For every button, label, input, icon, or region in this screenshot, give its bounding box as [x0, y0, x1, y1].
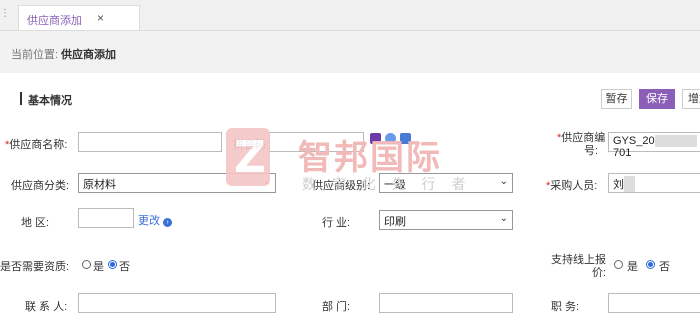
region-input[interactable] [78, 208, 134, 228]
tab-supplier-add[interactable]: 供应商添加 × [18, 5, 140, 30]
department-label: 部 门: [322, 301, 351, 313]
grip-icon[interactable]: ⋮ [0, 8, 10, 19]
arrow-circle-icon: › [163, 218, 173, 227]
buyer-label: *采购人员: [546, 180, 598, 192]
qualification-yes-radio[interactable] [82, 260, 91, 269]
industry-label: 行 业: [322, 217, 351, 229]
level-value: 一级 [384, 179, 406, 191]
supplier-name-input[interactable] [78, 132, 222, 152]
category-value: 原材料 [83, 179, 116, 191]
level-label: 供应商级别: [312, 180, 371, 192]
draft-button[interactable]: 暂存 [601, 89, 632, 109]
change-region-link[interactable]: 更改 › [138, 212, 173, 228]
industry-select[interactable]: 印刷 ⌄ [379, 210, 513, 230]
online-quote-no-radio[interactable] [646, 260, 655, 269]
tab-bar: ⋮ 供应商添加 × [0, 0, 700, 31]
contact-label: 联 系 人: [25, 301, 68, 313]
pinyin-code-input[interactable] [269, 132, 364, 152]
contact-input[interactable] [78, 293, 276, 313]
level-select[interactable]: 一级 ⌄ [379, 173, 513, 193]
close-icon[interactable]: × [97, 11, 104, 25]
section-marker [20, 92, 22, 105]
online-quote-no-label: 否 [659, 261, 670, 273]
category-label: 供应商分类: [11, 180, 70, 192]
buyer-value: 刘 [613, 179, 624, 191]
online-quote-yes-label: 是 [627, 261, 638, 273]
qualification-label: 是否需要资质: [0, 261, 70, 273]
breadcrumb: 当前位置: 供应商添加 [0, 31, 700, 73]
qualification-yes-label: 是 [93, 261, 104, 273]
breadcrumb-current: 供应商添加 [61, 49, 116, 61]
redacted: 某 [624, 176, 635, 192]
chevron-down-icon: ⌄ [499, 176, 508, 187]
section-title: 基本情况 [28, 95, 72, 107]
online-quote-label-cont: 价: [592, 267, 607, 279]
chevron-down-icon: ⌄ [262, 176, 271, 187]
breadcrumb-prefix: 当前位置: [11, 49, 59, 61]
buyer-input[interactable]: 刘某 [608, 173, 700, 193]
paw-icon[interactable] [370, 133, 381, 144]
pinyin-code-label: 拼音码: [233, 139, 270, 151]
search-icon[interactable] [400, 133, 411, 144]
qualification-no-label: 否 [119, 261, 130, 273]
position-label: 职 务: [551, 301, 580, 313]
region-label: 地 区: [21, 217, 50, 229]
industry-value: 印刷 [384, 216, 406, 228]
chevron-down-icon: ⌄ [499, 213, 508, 224]
position-input[interactable] [608, 293, 700, 313]
supplier-code-suffix: 701 [613, 147, 632, 159]
tab-label: 供应商添加 [27, 15, 82, 27]
category-select[interactable]: 原材料 ⌄ [78, 173, 276, 193]
department-input[interactable] [379, 293, 513, 313]
supplier-code-prefix: GYS_20 [613, 135, 655, 147]
refresh-icon[interactable] [385, 133, 396, 144]
supplier-code-input[interactable]: GYS_200000000 701 [608, 132, 700, 159]
redacted: 0000000 [654, 135, 698, 147]
qualification-no-radio[interactable] [108, 260, 117, 269]
save-button[interactable]: 保存 [639, 89, 675, 109]
add-button[interactable]: 增加 [682, 89, 700, 109]
supplier-name-label: *供应商名称: [5, 139, 68, 151]
supplier-code-label-cont: 号: [584, 145, 599, 157]
online-quote-yes-radio[interactable] [614, 260, 623, 269]
